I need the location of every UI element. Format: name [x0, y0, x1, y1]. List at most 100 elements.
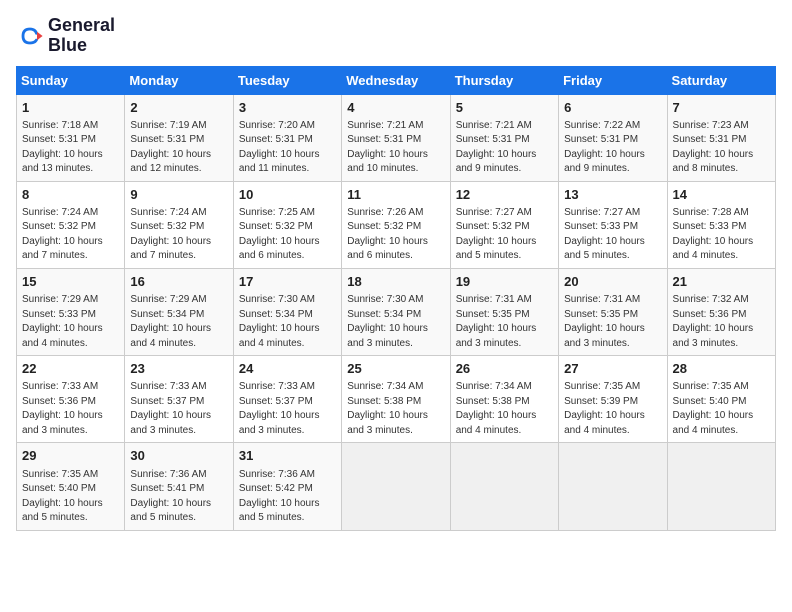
day-info: Sunrise: 7:34 AM Sunset: 5:38 PM Dayligh… — [456, 380, 553, 438]
day-number: 16 — [130, 273, 227, 291]
calendar-cell: 28 Sunrise: 7:35 AM Sunset: 5:40 PM Dayl… — [667, 356, 775, 443]
day-info: Sunrise: 7:22 AM Sunset: 5:31 PM Dayligh… — [564, 119, 661, 177]
day-info: Sunrise: 7:23 AM Sunset: 5:31 PM Dayligh… — [673, 119, 770, 177]
day-info: Sunrise: 7:30 AM Sunset: 5:34 PM Dayligh… — [239, 293, 336, 351]
day-info: Sunrise: 7:33 AM Sunset: 5:37 PM Dayligh… — [239, 380, 336, 438]
day-number: 12 — [456, 186, 553, 204]
calendar-cell: 11 Sunrise: 7:26 AM Sunset: 5:32 PM Dayl… — [342, 181, 450, 268]
weekday-header-saturday: Saturday — [667, 66, 775, 94]
calendar-cell: 29 Sunrise: 7:35 AM Sunset: 5:40 PM Dayl… — [17, 443, 125, 530]
calendar-cell: 12 Sunrise: 7:27 AM Sunset: 5:32 PM Dayl… — [450, 181, 558, 268]
day-number: 30 — [130, 447, 227, 465]
logo: General Blue — [16, 16, 115, 56]
day-number: 1 — [22, 99, 119, 117]
calendar-cell: 3 Sunrise: 7:20 AM Sunset: 5:31 PM Dayli… — [233, 94, 341, 181]
day-number: 14 — [673, 186, 770, 204]
day-info: Sunrise: 7:35 AM Sunset: 5:39 PM Dayligh… — [564, 380, 661, 438]
day-info: Sunrise: 7:32 AM Sunset: 5:36 PM Dayligh… — [673, 293, 770, 351]
calendar-cell: 4 Sunrise: 7:21 AM Sunset: 5:31 PM Dayli… — [342, 94, 450, 181]
calendar-cell: 17 Sunrise: 7:30 AM Sunset: 5:34 PM Dayl… — [233, 268, 341, 355]
day-info: Sunrise: 7:21 AM Sunset: 5:31 PM Dayligh… — [456, 119, 553, 177]
calendar-cell: 21 Sunrise: 7:32 AM Sunset: 5:36 PM Dayl… — [667, 268, 775, 355]
day-info: Sunrise: 7:27 AM Sunset: 5:32 PM Dayligh… — [456, 206, 553, 264]
calendar-cell — [667, 443, 775, 530]
day-info: Sunrise: 7:19 AM Sunset: 5:31 PM Dayligh… — [130, 119, 227, 177]
weekday-header-row: SundayMondayTuesdayWednesdayThursdayFrid… — [17, 66, 776, 94]
day-number: 4 — [347, 99, 444, 117]
calendar-cell: 15 Sunrise: 7:29 AM Sunset: 5:33 PM Dayl… — [17, 268, 125, 355]
day-number: 23 — [130, 360, 227, 378]
day-info: Sunrise: 7:36 AM Sunset: 5:42 PM Dayligh… — [239, 468, 336, 526]
day-info: Sunrise: 7:21 AM Sunset: 5:31 PM Dayligh… — [347, 119, 444, 177]
weekday-header-sunday: Sunday — [17, 66, 125, 94]
calendar-cell: 14 Sunrise: 7:28 AM Sunset: 5:33 PM Dayl… — [667, 181, 775, 268]
day-info: Sunrise: 7:20 AM Sunset: 5:31 PM Dayligh… — [239, 119, 336, 177]
day-number: 2 — [130, 99, 227, 117]
calendar-cell: 23 Sunrise: 7:33 AM Sunset: 5:37 PM Dayl… — [125, 356, 233, 443]
day-info: Sunrise: 7:31 AM Sunset: 5:35 PM Dayligh… — [564, 293, 661, 351]
calendar-cell: 8 Sunrise: 7:24 AM Sunset: 5:32 PM Dayli… — [17, 181, 125, 268]
calendar-cell — [342, 443, 450, 530]
calendar-cell: 26 Sunrise: 7:34 AM Sunset: 5:38 PM Dayl… — [450, 356, 558, 443]
day-number: 31 — [239, 447, 336, 465]
day-number: 24 — [239, 360, 336, 378]
calendar-cell: 9 Sunrise: 7:24 AM Sunset: 5:32 PM Dayli… — [125, 181, 233, 268]
day-info: Sunrise: 7:28 AM Sunset: 5:33 PM Dayligh… — [673, 206, 770, 264]
day-number: 11 — [347, 186, 444, 204]
logo-icon — [16, 22, 44, 50]
calendar-cell: 19 Sunrise: 7:31 AM Sunset: 5:35 PM Dayl… — [450, 268, 558, 355]
logo-text: General Blue — [48, 16, 115, 56]
calendar-cell: 30 Sunrise: 7:36 AM Sunset: 5:41 PM Dayl… — [125, 443, 233, 530]
weekday-header-friday: Friday — [559, 66, 667, 94]
calendar-cell: 10 Sunrise: 7:25 AM Sunset: 5:32 PM Dayl… — [233, 181, 341, 268]
weekday-header-wednesday: Wednesday — [342, 66, 450, 94]
day-number: 29 — [22, 447, 119, 465]
day-number: 6 — [564, 99, 661, 117]
calendar-cell: 22 Sunrise: 7:33 AM Sunset: 5:36 PM Dayl… — [17, 356, 125, 443]
calendar-cell: 25 Sunrise: 7:34 AM Sunset: 5:38 PM Dayl… — [342, 356, 450, 443]
day-number: 13 — [564, 186, 661, 204]
day-info: Sunrise: 7:31 AM Sunset: 5:35 PM Dayligh… — [456, 293, 553, 351]
day-info: Sunrise: 7:26 AM Sunset: 5:32 PM Dayligh… — [347, 206, 444, 264]
week-row-1: 1 Sunrise: 7:18 AM Sunset: 5:31 PM Dayli… — [17, 94, 776, 181]
day-number: 22 — [22, 360, 119, 378]
calendar-cell: 27 Sunrise: 7:35 AM Sunset: 5:39 PM Dayl… — [559, 356, 667, 443]
day-info: Sunrise: 7:29 AM Sunset: 5:34 PM Dayligh… — [130, 293, 227, 351]
week-row-3: 15 Sunrise: 7:29 AM Sunset: 5:33 PM Dayl… — [17, 268, 776, 355]
day-number: 28 — [673, 360, 770, 378]
day-info: Sunrise: 7:33 AM Sunset: 5:36 PM Dayligh… — [22, 380, 119, 438]
calendar-cell: 20 Sunrise: 7:31 AM Sunset: 5:35 PM Dayl… — [559, 268, 667, 355]
calendar-cell: 7 Sunrise: 7:23 AM Sunset: 5:31 PM Dayli… — [667, 94, 775, 181]
day-info: Sunrise: 7:34 AM Sunset: 5:38 PM Dayligh… — [347, 380, 444, 438]
calendar-cell: 18 Sunrise: 7:30 AM Sunset: 5:34 PM Dayl… — [342, 268, 450, 355]
day-number: 21 — [673, 273, 770, 291]
day-info: Sunrise: 7:27 AM Sunset: 5:33 PM Dayligh… — [564, 206, 661, 264]
day-number: 5 — [456, 99, 553, 117]
day-number: 3 — [239, 99, 336, 117]
day-number: 19 — [456, 273, 553, 291]
day-number: 17 — [239, 273, 336, 291]
week-row-5: 29 Sunrise: 7:35 AM Sunset: 5:40 PM Dayl… — [17, 443, 776, 530]
day-number: 7 — [673, 99, 770, 117]
day-number: 10 — [239, 186, 336, 204]
calendar-cell: 6 Sunrise: 7:22 AM Sunset: 5:31 PM Dayli… — [559, 94, 667, 181]
week-row-4: 22 Sunrise: 7:33 AM Sunset: 5:36 PM Dayl… — [17, 356, 776, 443]
day-number: 18 — [347, 273, 444, 291]
day-number: 26 — [456, 360, 553, 378]
day-number: 8 — [22, 186, 119, 204]
calendar-cell: 16 Sunrise: 7:29 AM Sunset: 5:34 PM Dayl… — [125, 268, 233, 355]
page-header: General Blue — [16, 16, 776, 56]
calendar-table: SundayMondayTuesdayWednesdayThursdayFrid… — [16, 66, 776, 531]
day-info: Sunrise: 7:25 AM Sunset: 5:32 PM Dayligh… — [239, 206, 336, 264]
calendar-cell — [450, 443, 558, 530]
calendar-cell: 2 Sunrise: 7:19 AM Sunset: 5:31 PM Dayli… — [125, 94, 233, 181]
weekday-header-thursday: Thursday — [450, 66, 558, 94]
day-info: Sunrise: 7:29 AM Sunset: 5:33 PM Dayligh… — [22, 293, 119, 351]
day-number: 25 — [347, 360, 444, 378]
day-info: Sunrise: 7:35 AM Sunset: 5:40 PM Dayligh… — [673, 380, 770, 438]
day-info: Sunrise: 7:33 AM Sunset: 5:37 PM Dayligh… — [130, 380, 227, 438]
weekday-header-tuesday: Tuesday — [233, 66, 341, 94]
calendar-cell — [559, 443, 667, 530]
calendar-cell: 1 Sunrise: 7:18 AM Sunset: 5:31 PM Dayli… — [17, 94, 125, 181]
week-row-2: 8 Sunrise: 7:24 AM Sunset: 5:32 PM Dayli… — [17, 181, 776, 268]
